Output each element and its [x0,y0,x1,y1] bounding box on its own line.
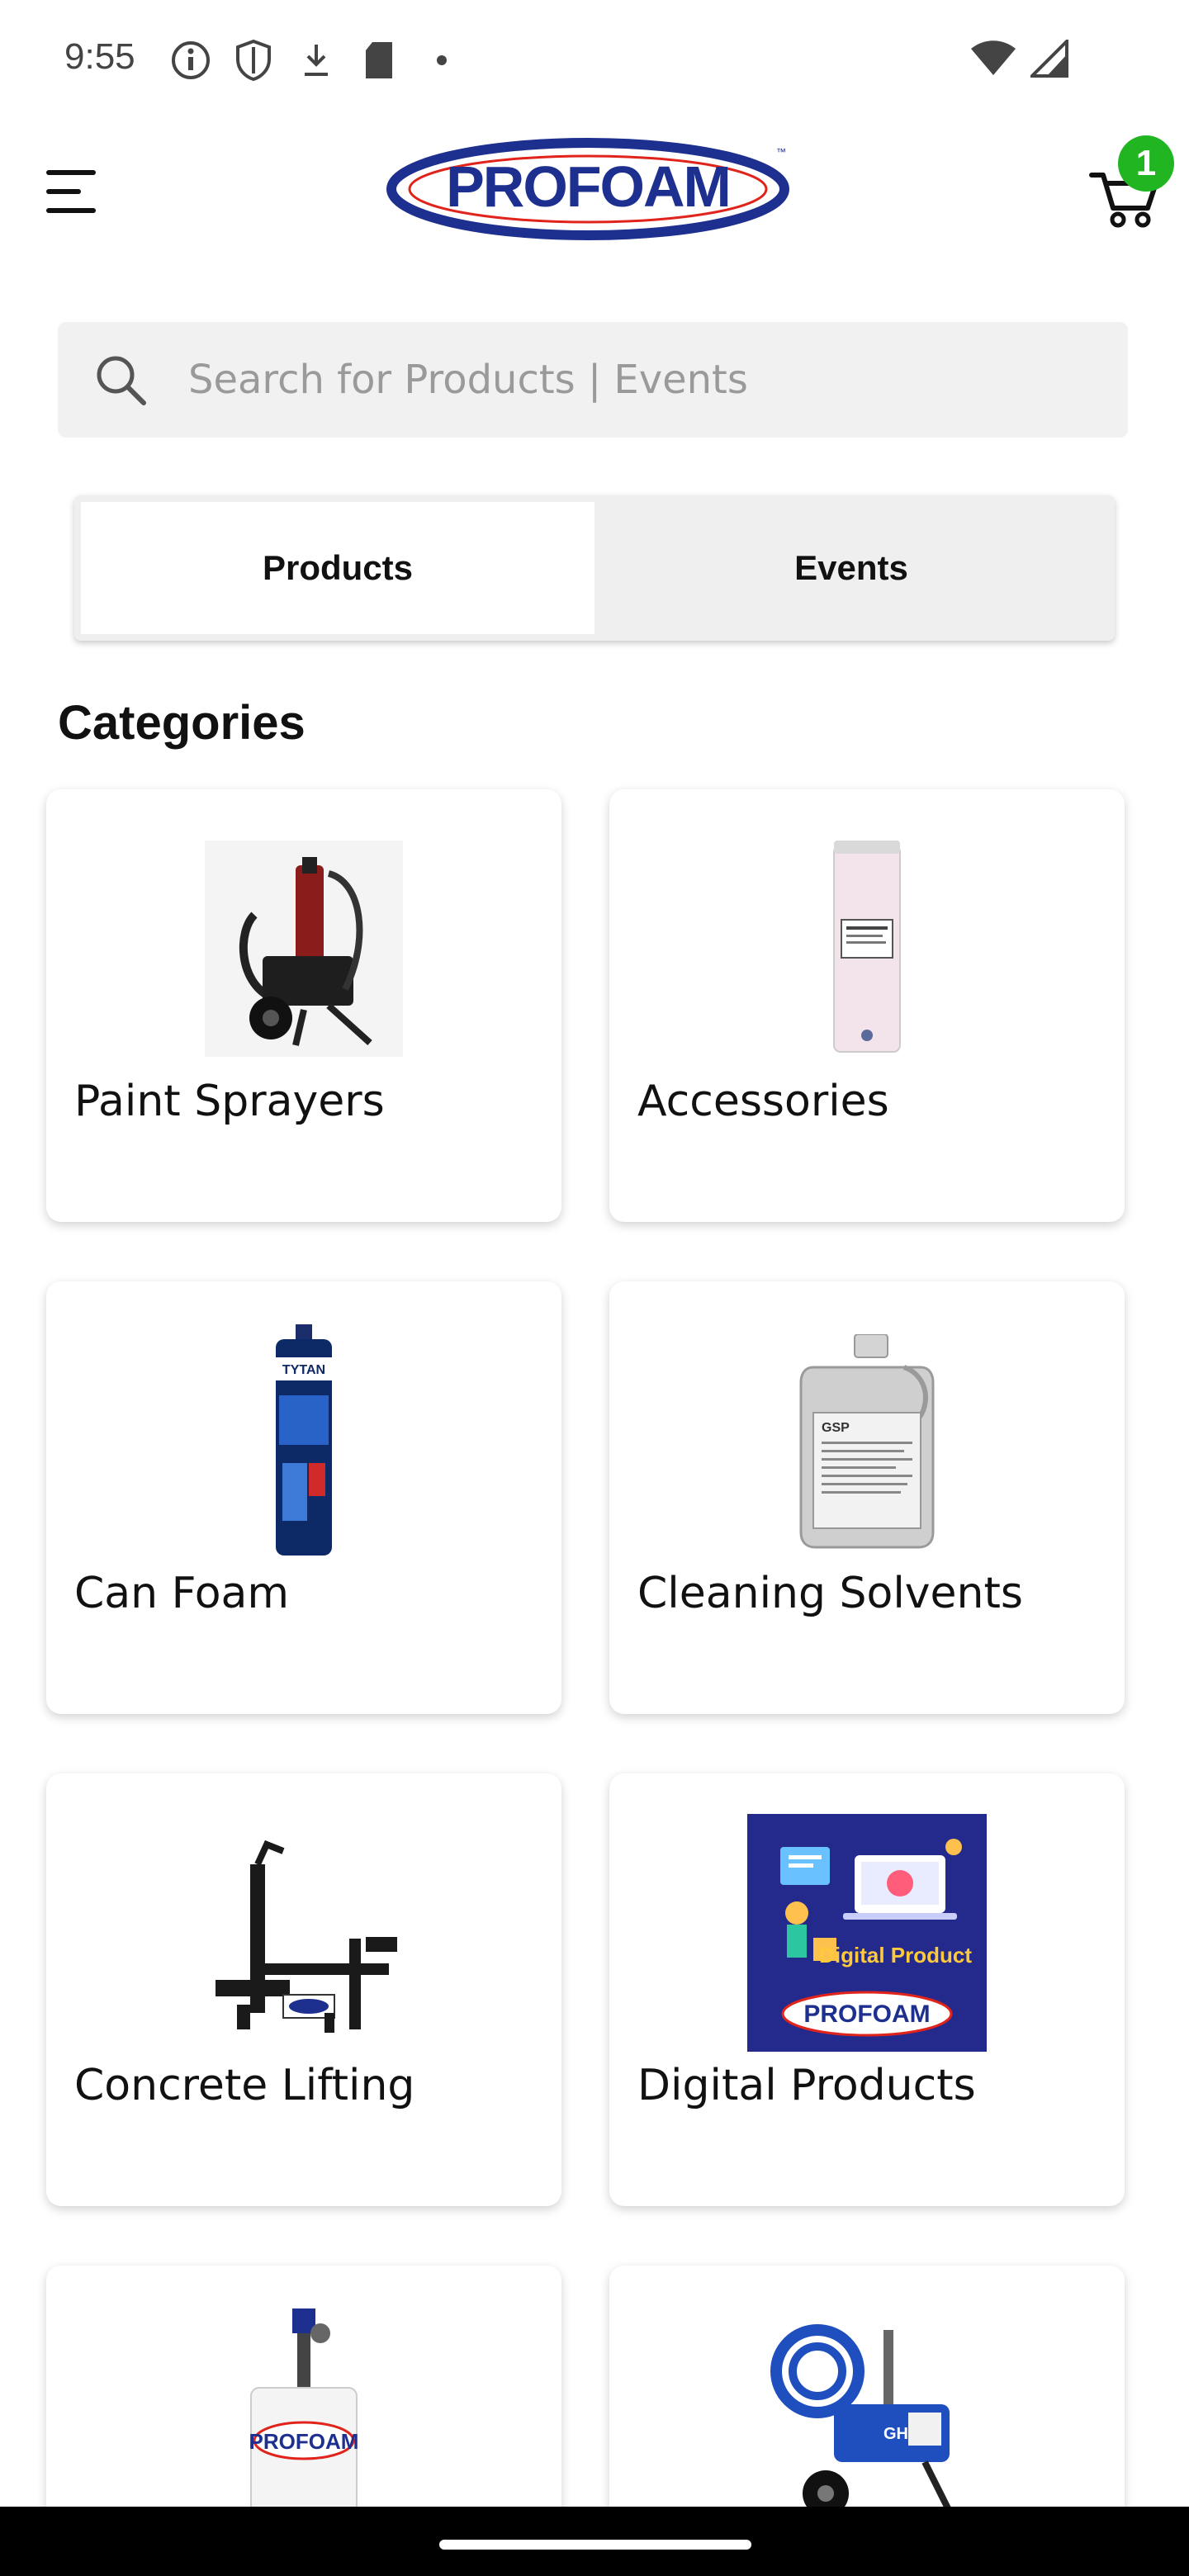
menu-bar-top [46,170,96,175]
category-card-accessories[interactable]: Accessories [609,789,1125,1222]
sd-card-icon [357,38,401,83]
download-icon [294,38,339,83]
graco-sprayer-image: GH [609,2313,1125,2520]
dot-icon [419,38,464,83]
wifi-icon [969,40,1017,81]
digital-product-image: Digital Product PROFOAM [609,1813,1125,2053]
status-notification-icons [168,38,464,83]
category-label: Paint Sprayers [74,1077,385,1126]
cart-count-badge: 1 [1118,135,1174,192]
categories-heading: Categories [58,696,306,750]
category-label: Can Foam [74,1569,290,1618]
tab-products[interactable]: Products [81,502,594,634]
filter-cartridge-image [609,837,1125,1060]
category-label: Concrete Lifting [74,2061,415,2110]
category-card-cleaning-solvents[interactable]: GSP Cleaning Solvents [609,1281,1125,1714]
search-bar[interactable] [58,322,1128,438]
tab-bar: Products Events [74,495,1115,641]
svg-text:GH: GH [883,2425,908,2443]
status-bar: 9:55 [0,0,1189,116]
foam-machine-logo-text: PROFOAM [249,2429,359,2454]
menu-bar-middle [46,189,81,194]
menu-bar-bottom [46,208,96,213]
category-card-can-foam[interactable]: TYTAN Can Foam [46,1281,561,1714]
digital-product-logo-text: PROFOAM [803,2001,930,2028]
svg-text:™: ™ [776,146,786,158]
logo-text: PROFOAM [446,154,730,219]
search-input[interactable] [188,322,1097,438]
foam-can-image: TYTAN [46,1324,561,1556]
digital-product-art-text: Digital Product [819,1943,972,1968]
category-label: Cleaning Solvents [637,1569,1023,1618]
profoam-logo[interactable]: PROFOAM ™ [381,135,794,243]
foam-machine-image: PROFOAM [46,2308,561,2515]
status-system-icons [969,37,1068,82]
category-card-paint-sprayers[interactable]: Paint Sprayers [46,789,561,1222]
menu-button[interactable] [46,167,101,216]
app-header: PROFOAM ™ [0,124,1189,264]
svg-text:TYTAN: TYTAN [282,1363,325,1377]
category-card-digital-products[interactable]: Digital Product PROFOAM Digital Products [609,1773,1125,2206]
shield-icon [231,38,276,83]
category-card-concrete-lifting[interactable]: Concrete Lifting [46,1773,561,2206]
solvent-jug-image: GSP [609,1334,1125,1549]
home-gesture-handle[interactable] [439,2540,751,2550]
category-label: Accessories [637,1077,889,1126]
status-time: 9:55 [64,36,135,77]
info-icon [168,38,213,83]
svg-text:GSP: GSP [822,1421,850,1435]
search-icon [91,350,150,410]
system-navigation-bar [0,2507,1189,2576]
signal-icon [1028,37,1068,82]
concrete-lifter-image [46,1840,561,2038]
paint-sprayer-image [46,841,561,1057]
category-label: Digital Products [637,2061,976,2110]
tab-events[interactable]: Events [594,502,1108,634]
